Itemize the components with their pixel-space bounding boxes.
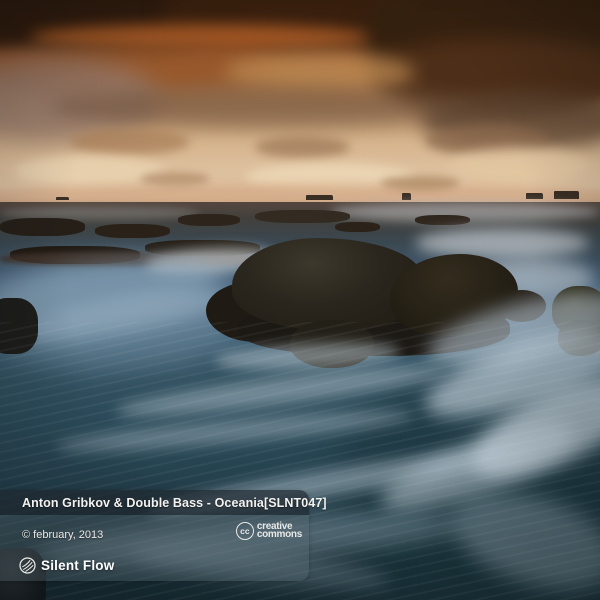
release-title: Anton Gribkov & Double Bass - Oceania [22,496,264,510]
release-date: © february, 2013 [22,529,103,541]
cc-wordmark: creative commons [257,523,302,540]
netlabel-name: Silent Flow [41,558,114,573]
spiral-circle-icon [19,557,36,574]
release-info-panel: Anton Gribkov & Double Bass - Oceania [S… [0,490,309,581]
release-title-bar: Anton Gribkov & Double Bass - Oceania [S… [0,490,309,515]
cc-line2: commons [257,531,302,540]
catalog-number: [SLNT047] [264,496,327,510]
album-cover: Anton Gribkov & Double Bass - Oceania [S… [0,0,600,600]
netlabel-logo: Silent Flow [19,557,114,574]
creative-commons-badge: cc creative commons [236,522,302,540]
cc-circle-icon: cc [236,522,254,540]
